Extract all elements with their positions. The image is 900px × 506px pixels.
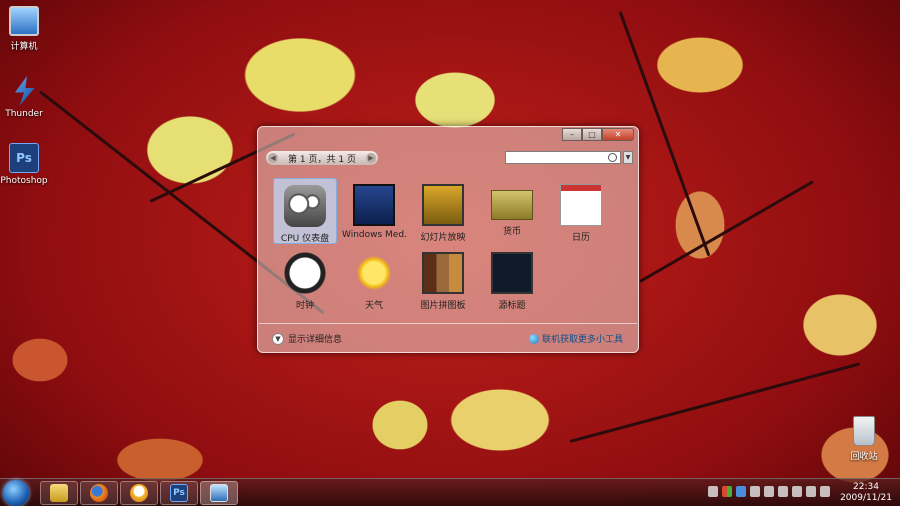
gadget-currency[interactable]: 货币 [480,178,544,244]
currency-icon [491,190,533,220]
get-more-gadgets-label: 联机获取更多小工具 [541,335,623,345]
feed-headlines-icon [491,252,533,294]
taskbar-clock[interactable]: 22:34 2009/11/21 [840,482,892,504]
gadget-windows-media-center[interactable]: Windows Med... [342,178,406,244]
picture-puzzle-icon [422,252,464,294]
gadget-cpu-meter[interactable]: CPU 仪表盘 [273,178,337,244]
maximize-button[interactable]: □ [582,128,602,141]
taskbar-firefox[interactable] [80,481,118,505]
desktop-icon-label: 回收站 [850,452,878,462]
gadget-name: 时钟 [295,301,314,311]
show-details-label: 显示详细信息 [288,335,343,345]
gadget-picture-puzzle[interactable]: 图片拼图板 [411,246,475,312]
get-more-gadgets-link[interactable]: 联机获取更多小工具 [528,332,623,345]
calendar-icon [560,184,602,226]
taskbar-remote-desktop[interactable] [200,481,238,505]
wallpaper-branch [639,180,814,283]
desktop-icon-photoshop[interactable]: Ps Photoshop [0,143,54,186]
qq-icon [130,484,148,502]
weather-icon [353,252,395,294]
globe-icon [528,333,539,344]
gadget-name: CPU 仪表盘 [280,234,330,244]
wallpaper-branch [569,362,861,443]
slide-show-icon [422,184,464,226]
cpu-meter-icon [284,185,326,227]
desktop-icon-label: Photoshop [0,176,48,186]
gadget-clock[interactable]: 时钟 [273,246,337,312]
taskbar-photoshop[interactable]: Ps [160,481,198,505]
taskbar: Ps 22:34 2009/11/21 [0,478,900,506]
start-button[interactable] [3,480,29,506]
media-center-icon [353,184,395,226]
thunder-icon [15,76,35,106]
minimize-button[interactable]: – [562,128,582,141]
system-tray [708,486,830,497]
gadget-gallery-window: – □ ✕ ◀ 第 1 页，共 1 页 ▶ ▼ CPU 仪表盘 Windows … [257,126,639,353]
search-icon[interactable] [608,153,617,162]
gadget-calendar[interactable]: 日历 [549,178,613,244]
tray-flag-icon[interactable] [722,486,732,497]
tray-music-icon[interactable] [764,486,774,497]
photoshop-icon: Ps [9,143,39,173]
show-details-toggle[interactable]: ▼ 显示详细信息 [272,332,342,345]
computer-icon [9,6,39,36]
close-button[interactable]: ✕ [602,128,634,141]
chevron-down-icon: ▼ [272,332,284,345]
gadget-name: 源标题 [498,301,526,311]
desktop-icon-label: Thunder [5,109,43,119]
gadget-name: 货币 [502,227,521,237]
tray-volume-icon[interactable] [820,486,830,497]
gadget-name: 日历 [571,233,590,243]
gadget-name: 幻灯片放映 [420,233,466,243]
divider [259,323,637,324]
page-label: 第 1 页，共 1 页 [288,154,356,165]
taskbar-explorer[interactable] [40,481,78,505]
window-controls: – □ ✕ [562,128,634,141]
page-navigator: ◀ 第 1 页，共 1 页 ▶ [266,151,378,165]
taskbar-qq[interactable] [120,481,158,505]
clock-time: 22:34 [853,482,879,492]
tray-network-icon[interactable] [806,486,816,497]
explorer-icon [50,484,68,502]
gadget-name: 图片拼图板 [420,301,466,311]
tray-pen-icon[interactable] [778,486,788,497]
gadget-name: Windows Med... [342,230,406,240]
gadget-name: 天气 [364,301,383,311]
recycle-bin-icon [853,416,875,446]
next-page-button[interactable]: ▶ [366,153,376,163]
gadget-search-input[interactable] [508,152,606,163]
tray-keyboard-icon[interactable] [708,486,718,497]
tray-action-center-icon[interactable] [792,486,802,497]
remote-desktop-icon [210,484,228,502]
gadget-weather[interactable]: 天气 [342,246,406,312]
tray-security-icon[interactable] [750,486,760,497]
clock-date: 2009/11/21 [840,493,892,503]
tray-thunder-icon[interactable] [736,486,746,497]
clock-icon [284,252,326,294]
search-dropdown-button[interactable]: ▼ [623,151,633,164]
desktop-icon-label: 计算机 [10,42,38,52]
gadget-slide-show[interactable]: 幻灯片放映 [411,178,475,244]
desktop-icon-recycle-bin[interactable]: 回收站 [834,416,894,462]
firefox-icon [90,484,108,502]
desktop-icon-thunder[interactable]: Thunder [0,76,54,119]
gadget-feed-headlines[interactable]: 源标题 [480,246,544,312]
search-box [505,151,621,164]
photoshop-icon: Ps [170,484,188,502]
desktop-icon-computer[interactable]: 计算机 [0,6,54,52]
previous-page-button[interactable]: ◀ [268,153,278,163]
